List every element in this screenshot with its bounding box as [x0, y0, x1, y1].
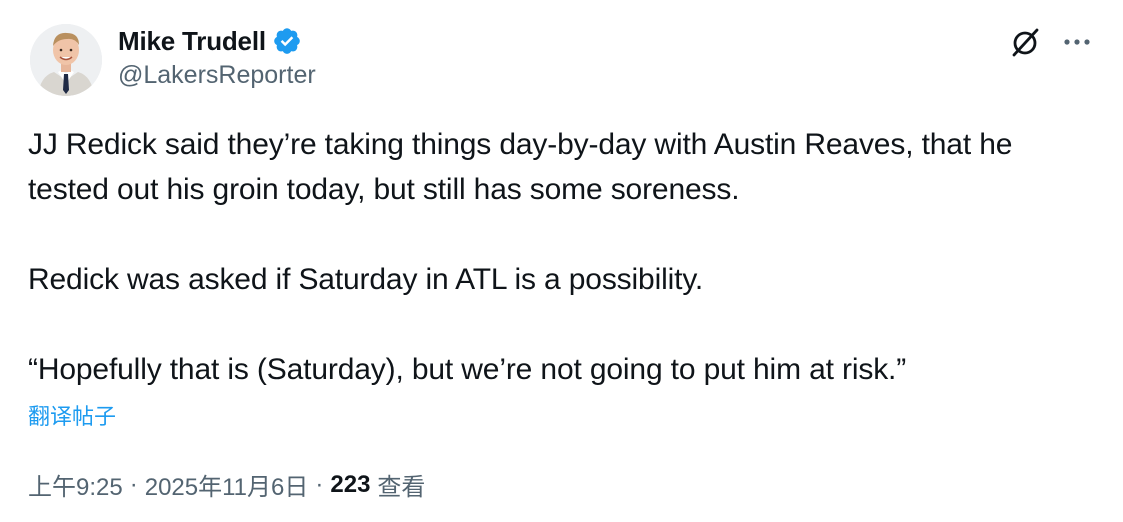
tweet-top-actions: [1007, 24, 1093, 60]
views-label: 查看: [377, 474, 426, 501]
meta-separator: ·: [129, 470, 138, 498]
author-name-row: Mike Trudell: [118, 24, 316, 58]
tweet-text: JJ Redick said they’re taking things day…: [28, 122, 1098, 392]
more-options-icon[interactable]: [1061, 26, 1093, 58]
verified-badge-icon[interactable]: [272, 26, 302, 56]
tweet-meta: 上午9:25 · 2025年11月6日 · 223 查看: [28, 467, 425, 502]
tweet-date[interactable]: 2025年11月6日: [145, 467, 309, 502]
author-info: Mike Trudell @LakersReporter: [118, 24, 316, 90]
author-display-name[interactable]: Mike Trudell: [118, 26, 266, 57]
meta-separator: ·: [315, 470, 324, 498]
tweet-paragraph: Redick was asked if Saturday in ATL is a…: [28, 263, 704, 296]
translate-post-link[interactable]: 翻译帖子: [28, 399, 116, 431]
author-handle[interactable]: @LakersReporter: [118, 61, 316, 90]
views-count: 223: [330, 470, 371, 498]
grok-icon[interactable]: [1007, 24, 1043, 60]
tweet-card: Mike Trudell @LakersReporter JJ Redick s…: [0, 0, 1123, 522]
tweet-paragraph: JJ Redick said they’re taking things day…: [28, 128, 1013, 206]
tweet-paragraph: “Hopefully that is (Saturday), but we’re…: [28, 353, 907, 386]
avatar-image: [30, 24, 102, 96]
tweet-time[interactable]: 上午9:25: [28, 467, 123, 502]
avatar[interactable]: [30, 24, 102, 96]
